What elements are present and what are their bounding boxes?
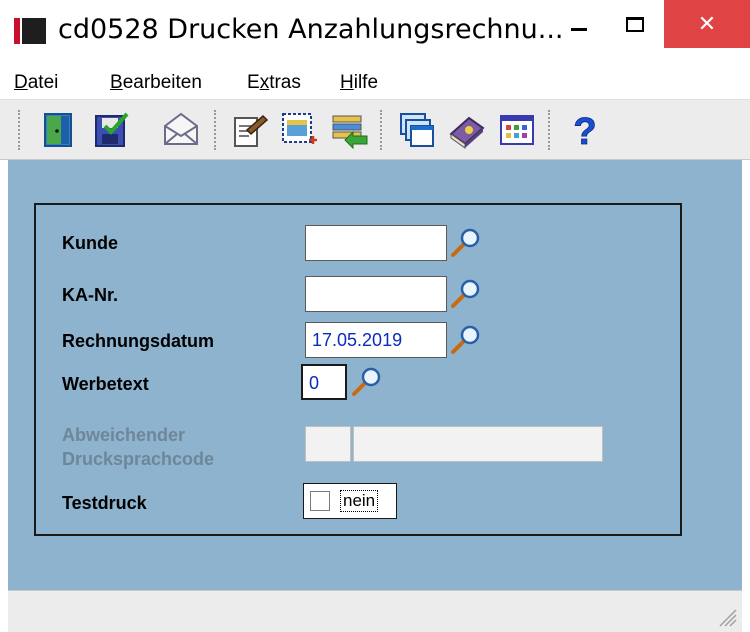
- minimize-button[interactable]: [555, 0, 603, 48]
- status-bar: [8, 590, 742, 632]
- ka-number-input[interactable]: [305, 276, 447, 312]
- exit-button[interactable]: [38, 108, 80, 152]
- customer-label: Kunde: [62, 233, 118, 253]
- list-transfer-button[interactable]: [328, 108, 370, 152]
- menu-bar: Datei Bearbeiten Extras Hilfe: [0, 60, 750, 100]
- maximize-button[interactable]: [611, 0, 659, 48]
- windows-button[interactable]: [396, 108, 438, 152]
- print-button[interactable]: [228, 108, 270, 152]
- print-document-icon: [234, 114, 269, 147]
- test-print-value[interactable]: nein: [340, 490, 379, 512]
- main-window: cd0528 Drucken Anzahlungsrechnu... ✕ Dat…: [0, 0, 750, 632]
- window-frame-left: [0, 160, 8, 632]
- print-language-label-line1: Abweichender: [62, 425, 186, 445]
- window-frame-right: [742, 160, 750, 632]
- grid-table-icon: [500, 115, 534, 145]
- list-transfer-icon: [332, 115, 368, 150]
- windows-icon: [400, 113, 434, 147]
- title-bar[interactable]: cd0528 Drucken Anzahlungsrechnu... ✕: [0, 0, 750, 60]
- ad-text-search-icon[interactable]: [350, 364, 384, 398]
- window-title: cd0528 Drucken Anzahlungsrechnu...: [58, 14, 564, 45]
- ad-text-label: Werbetext: [62, 374, 149, 394]
- book-icon: [449, 116, 485, 149]
- menu-bearbeiten[interactable]: Bearbeiten: [110, 72, 202, 94]
- ad-text-input[interactable]: 0: [301, 364, 347, 400]
- print-language-description: [353, 426, 603, 462]
- print-language-label-line2: Drucksprachcode: [62, 449, 215, 469]
- new-record-icon: [282, 113, 317, 144]
- invoice-date-input[interactable]: 17.05.2019: [305, 322, 447, 358]
- save-button[interactable]: [90, 108, 132, 152]
- toolbar-separator: [18, 110, 22, 150]
- book-button[interactable]: [446, 108, 488, 152]
- invoice-date-label: Rechnungsdatum: [62, 331, 215, 351]
- toolbar-separator: [548, 110, 552, 150]
- grid-table-button[interactable]: [496, 108, 538, 152]
- customer-input[interactable]: [305, 225, 447, 261]
- minimize-icon: [571, 27, 587, 31]
- print-language-code-input[interactable]: [305, 426, 351, 462]
- ka-number-label: KA-Nr.: [62, 285, 119, 305]
- ka-number-search-icon[interactable]: [449, 276, 483, 310]
- svg-text:?: ?: [573, 111, 596, 150]
- menu-extras[interactable]: Extras: [247, 72, 301, 94]
- mail-envelope-icon: [164, 112, 198, 145]
- menu-hilfe[interactable]: Hilfe: [340, 72, 378, 94]
- new-record-button[interactable]: [278, 108, 320, 152]
- resize-grip-icon[interactable]: [716, 606, 738, 628]
- invoice-date-search-icon[interactable]: [449, 322, 483, 356]
- help-question-icon: ?: [573, 111, 597, 150]
- close-button[interactable]: ✕: [664, 0, 750, 48]
- menu-datei[interactable]: Datei: [14, 72, 58, 94]
- app-icon[interactable]: [14, 18, 46, 44]
- customer-search-icon[interactable]: [449, 225, 483, 259]
- test-print-checkbox-group[interactable]: nein: [303, 483, 397, 519]
- save-icon: [95, 112, 129, 147]
- toolbar: ?: [0, 100, 750, 160]
- toolbar-separator: [380, 110, 384, 150]
- mail-button[interactable]: [160, 108, 202, 152]
- exit-door-icon: [44, 113, 72, 147]
- test-print-label: Testdruck: [62, 493, 147, 513]
- toolbar-separator: [214, 110, 218, 150]
- maximize-icon: [626, 16, 644, 32]
- close-icon: ✕: [697, 11, 717, 37]
- test-print-checkbox[interactable]: [310, 491, 330, 511]
- help-button[interactable]: ?: [564, 108, 606, 152]
